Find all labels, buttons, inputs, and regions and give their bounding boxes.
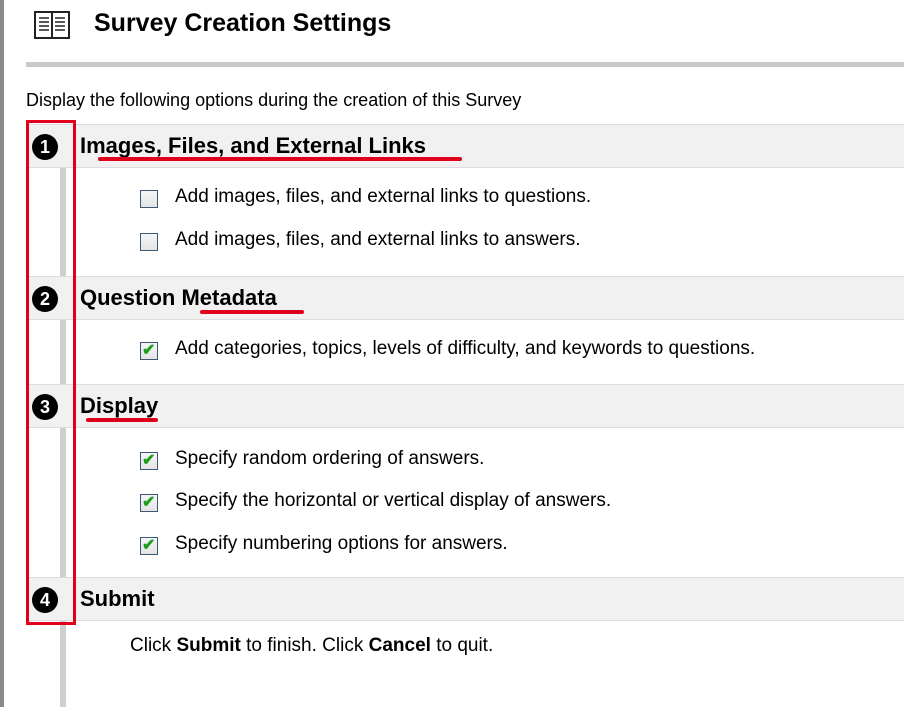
page-title: Survey Creation Settings	[94, 9, 392, 37]
instruction-text: to quit.	[430, 635, 494, 656]
checkmark-icon: ✔	[142, 452, 156, 469]
submit-instructions: Click Submit to finish. Click Cancel to …	[130, 635, 493, 657]
section-title: Question Metadata	[80, 285, 277, 310]
checkbox[interactable]: ✔	[140, 537, 158, 555]
title-divider	[26, 62, 904, 67]
section-header-display: 3 Display	[26, 384, 904, 428]
option-label: Add images, files, and external links to…	[175, 229, 581, 250]
checkbox[interactable]	[140, 233, 158, 251]
checkbox[interactable]: ✔	[140, 452, 158, 470]
option-label: Add images, files, and external links to…	[175, 186, 592, 207]
option-label: Add categories, topics, levels of diffic…	[175, 338, 756, 359]
section-header-submit: 4 Submit	[26, 577, 904, 621]
checkbox[interactable]	[140, 190, 158, 208]
checkmark-icon: ✔	[142, 342, 156, 359]
instruction-text: to finish. Click	[240, 635, 369, 656]
option-label: Specify numbering options for answers.	[175, 533, 508, 554]
submit-keyword: Submit	[176, 635, 241, 656]
checkbox[interactable]: ✔	[140, 342, 158, 360]
checkbox[interactable]: ✔	[140, 494, 158, 512]
annotation-underline	[86, 418, 158, 422]
title-bar: Survey Creation Settings	[4, 0, 904, 56]
book-icon	[34, 11, 70, 39]
intro-text: Display the following options during the…	[26, 90, 522, 110]
annotation-frame	[26, 120, 76, 625]
option-label: Specify random ordering of answers.	[175, 448, 485, 469]
section-header-question-metadata: 2 Question Metadata	[26, 276, 904, 320]
checkmark-icon: ✔	[142, 494, 156, 511]
checkmark-icon: ✔	[142, 537, 156, 554]
page-left-border	[0, 0, 4, 707]
annotation-underline	[200, 310, 304, 314]
instruction-text: Click	[130, 635, 177, 656]
cancel-keyword: Cancel	[368, 635, 431, 656]
section-header-images-files-links: 1 Images, Files, and External Links	[26, 124, 904, 168]
option-label: Specify the horizontal or vertical displ…	[175, 490, 612, 511]
section-title: Submit	[80, 586, 155, 611]
annotation-underline	[98, 157, 462, 161]
section-title: Display	[80, 393, 159, 418]
section-title: Images, Files, and External Links	[80, 133, 427, 158]
